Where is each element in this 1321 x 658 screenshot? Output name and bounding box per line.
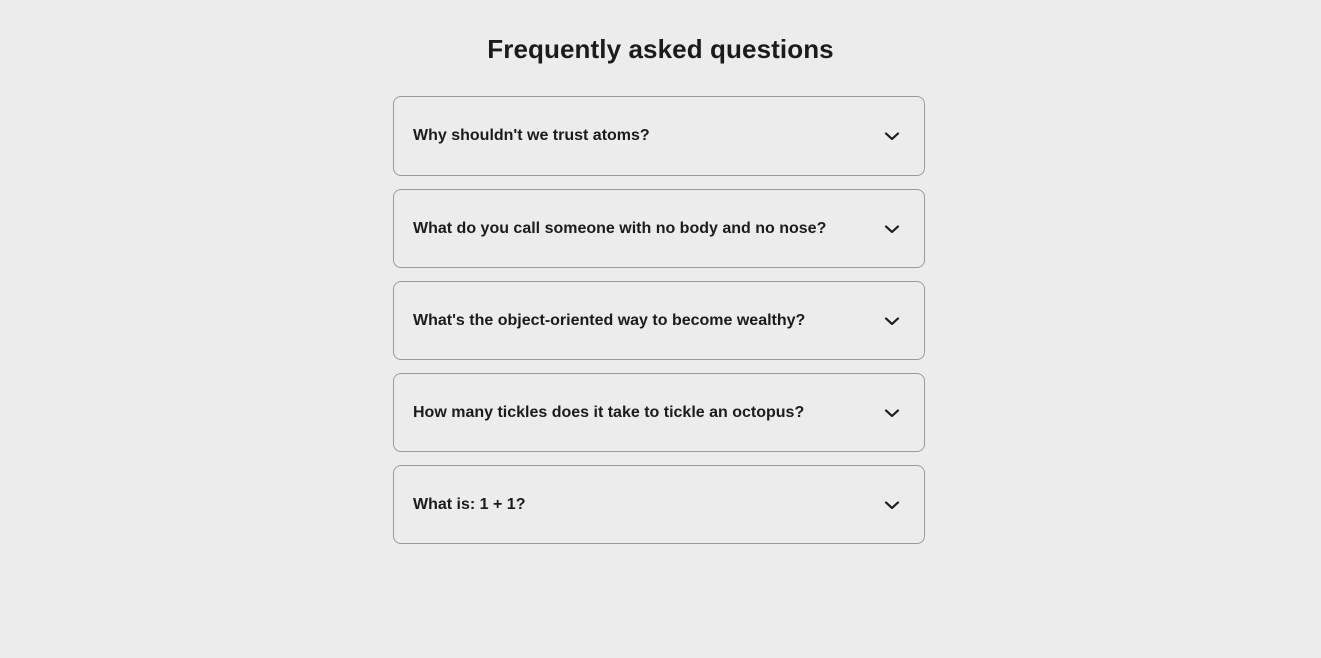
faq-item-5[interactable]: What is: 1 + 1? [393, 465, 925, 544]
faq-question: How many tickles does it take to tickle … [413, 403, 805, 421]
faq-question: Why shouldn't we trust atoms? [413, 127, 650, 144]
faq-question: What do you call someone with no body an… [413, 219, 827, 237]
faq-item-3[interactable]: What's the object-oriented way to become… [393, 281, 925, 360]
chevron-down-icon [880, 309, 904, 333]
page-title: Frequently asked questions [487, 34, 834, 64]
faq-item-4[interactable]: How many tickles does it take to tickle … [393, 373, 925, 452]
chevron-down-icon [880, 401, 904, 425]
chevron-down-icon [880, 124, 904, 148]
faq-question: What's the object-oriented way to become… [413, 311, 806, 329]
faq-question: What is: 1 + 1? [413, 495, 526, 513]
faq-list: Why shouldn't we trust atoms? What do yo… [393, 96, 925, 544]
faq-item-2[interactable]: What do you call someone with no body an… [393, 189, 925, 268]
faq-item-1[interactable]: Why shouldn't we trust atoms? [393, 96, 925, 176]
faq-page: Frequently asked questions Why shouldn't… [0, 0, 1321, 658]
chevron-down-icon [880, 493, 904, 517]
chevron-down-icon [880, 217, 904, 241]
